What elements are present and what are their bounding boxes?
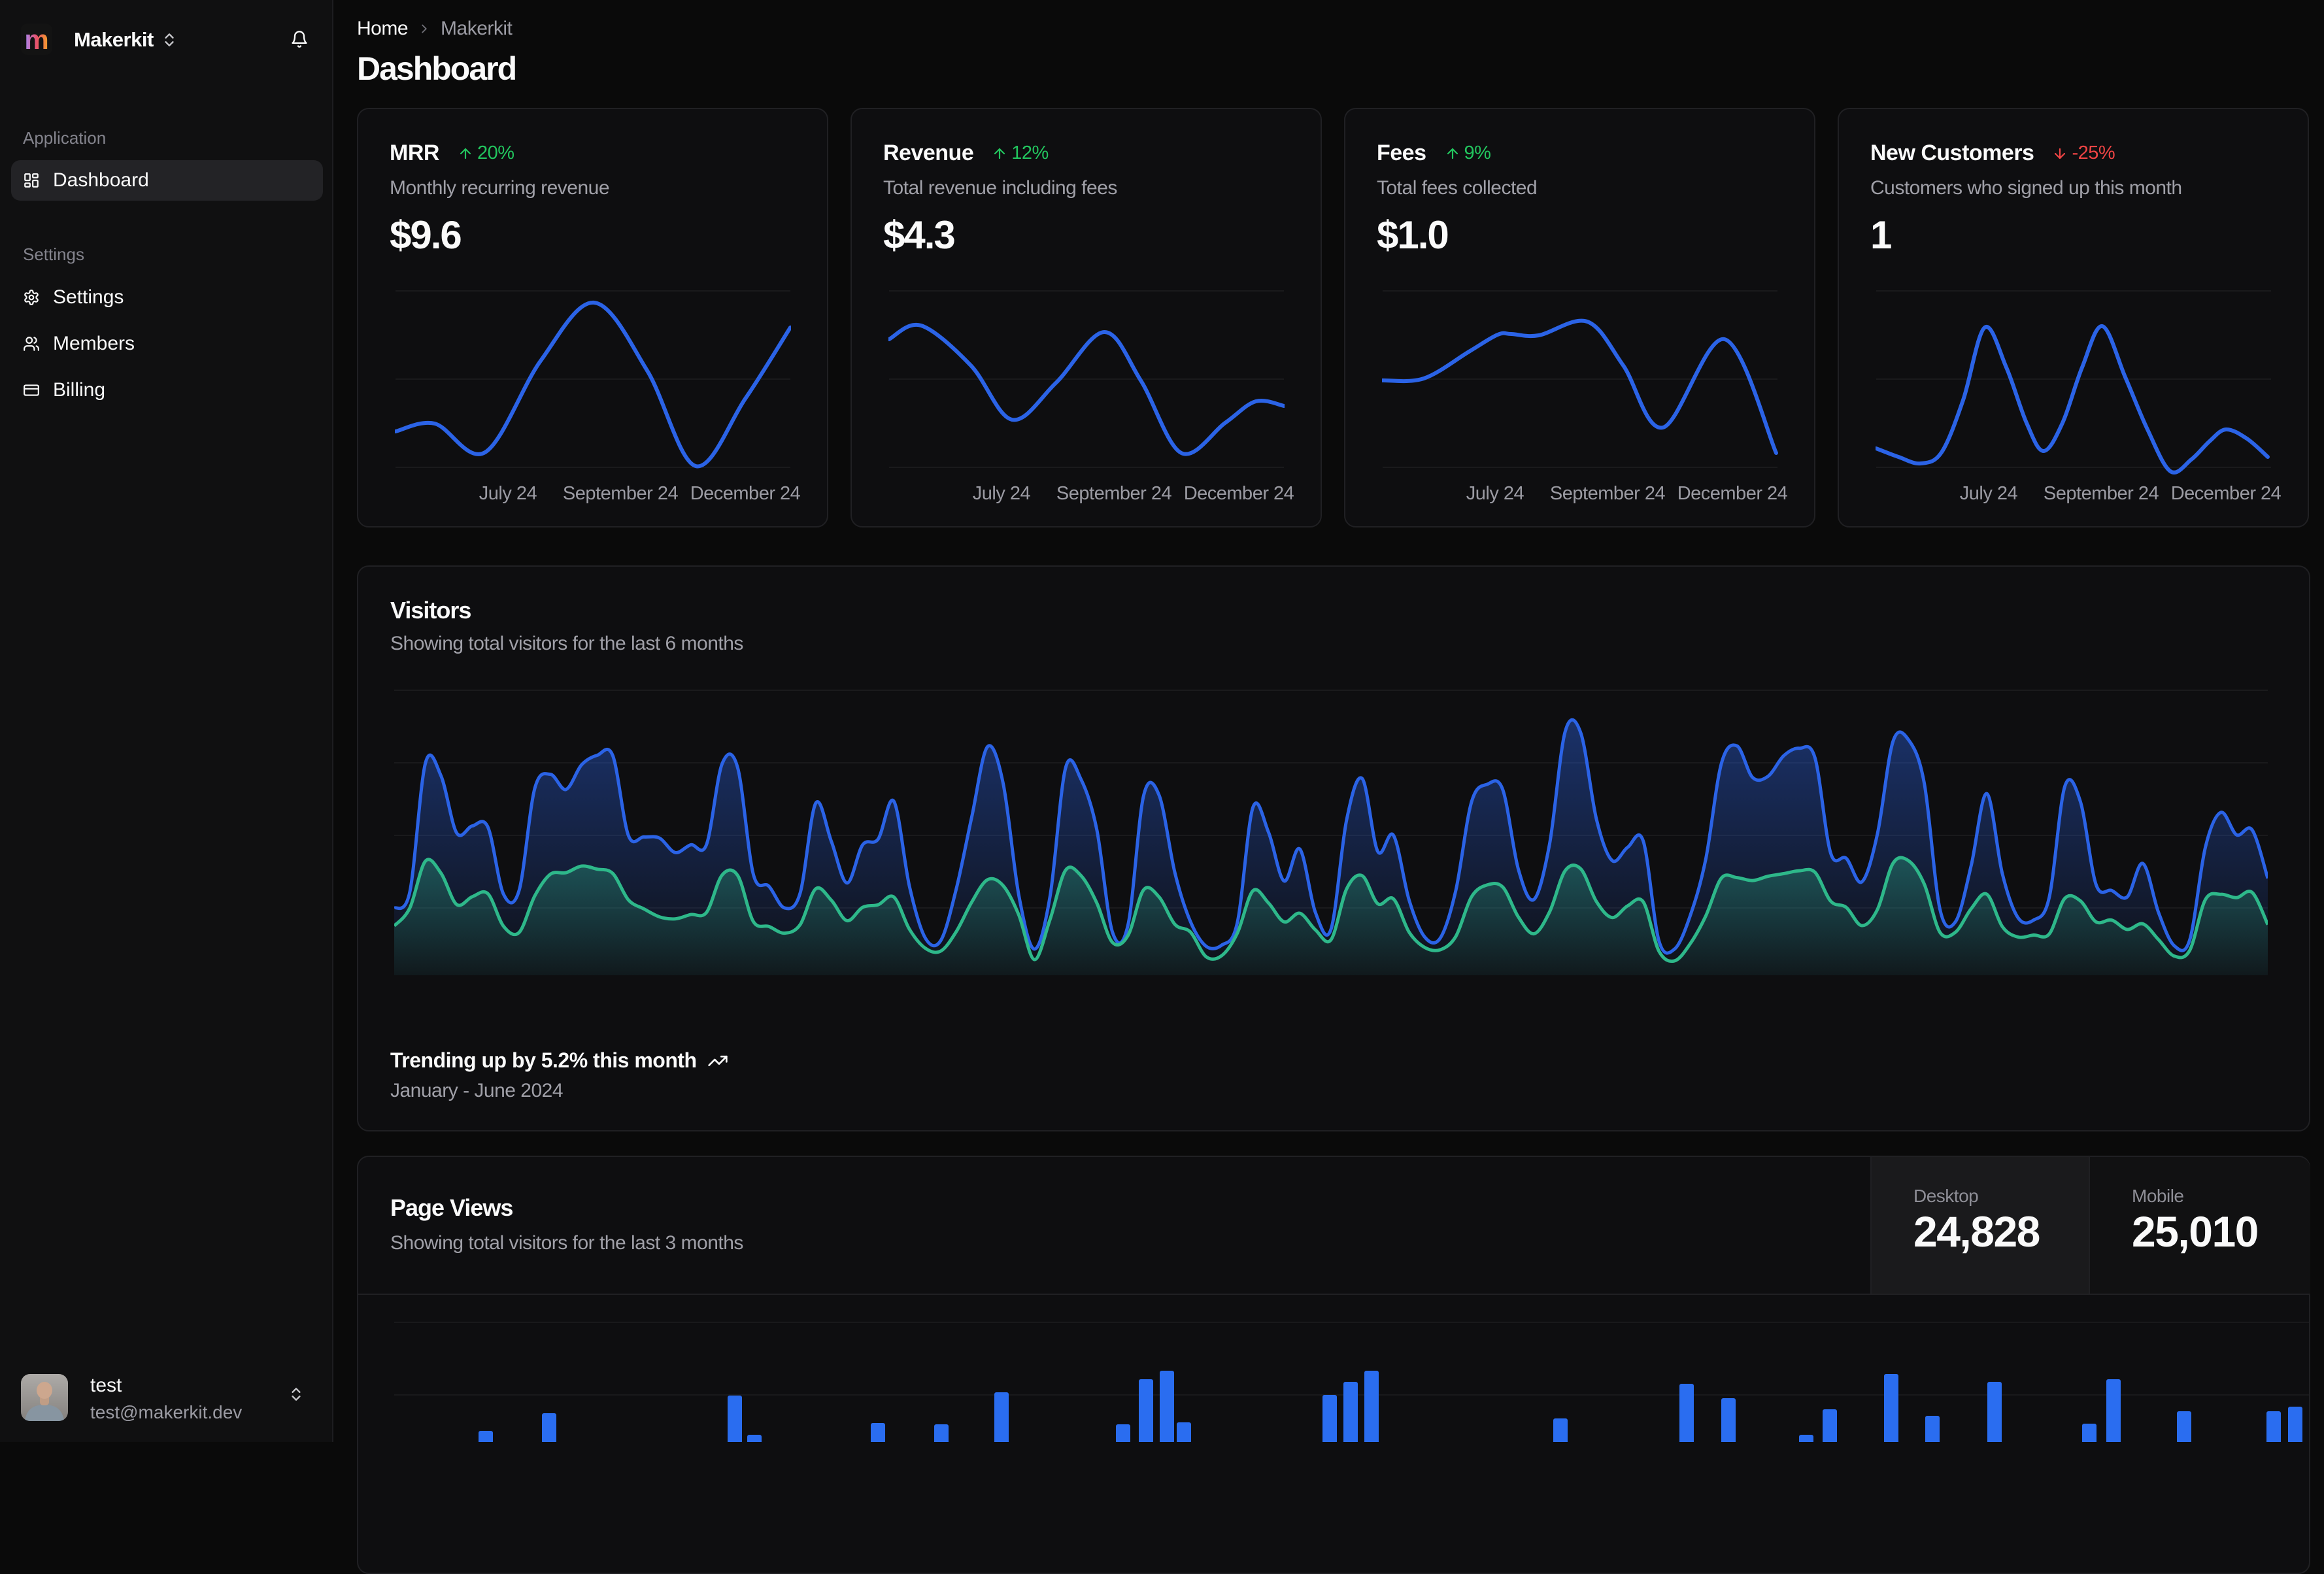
svg-text:m: m bbox=[24, 24, 48, 55]
